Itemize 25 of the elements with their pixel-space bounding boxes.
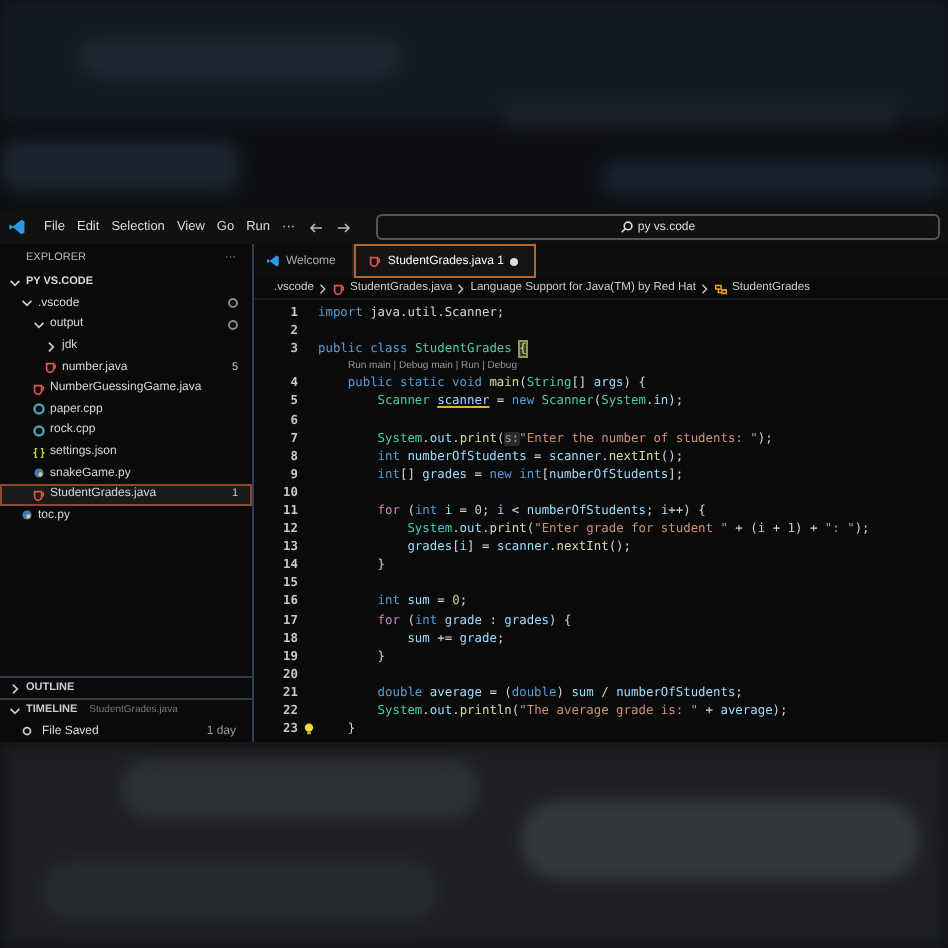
search-icon [619,220,634,234]
cup-icon [32,487,46,502]
dot-icon [20,508,34,523]
dot-icon [32,466,46,481]
cup-icon [32,381,46,396]
circle-icon [20,724,34,738]
modified-dot [228,319,238,330]
braces-icon [32,445,46,460]
cup-icon [44,360,58,375]
app-logo-icon [8,218,26,236]
ribbon-icon [266,254,280,268]
back-arrow-icon[interactable] [307,219,324,235]
class-icon [714,281,729,295]
cup-icon [367,254,382,268]
chevron-right-icon [700,281,711,295]
modified-dot [228,298,238,309]
chevron-right-icon [44,339,58,354]
chevron-down-icon [8,703,22,717]
chevron-right-icon [8,681,22,695]
cup-icon [331,281,346,295]
chevron-right-icon [317,281,328,295]
unsaved-dot [509,257,518,265]
forward-arrow-icon[interactable] [335,219,352,235]
lightbulb-icon[interactable] [301,722,315,737]
chevron-right-icon [456,281,467,295]
